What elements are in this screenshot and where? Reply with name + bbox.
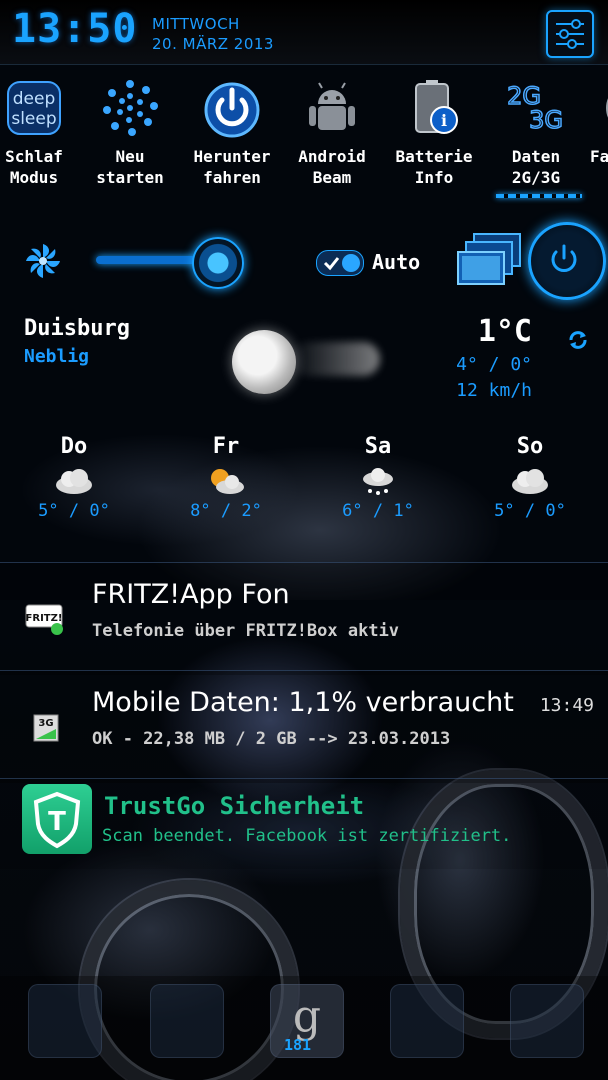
moon-icon xyxy=(232,330,296,394)
svg-text:3G: 3G xyxy=(529,106,563,134)
auto-brightness-label: Auto xyxy=(372,250,421,274)
svg-text:FRITZ!: FRITZ! xyxy=(26,613,63,624)
restart-icon xyxy=(98,76,162,140)
toggle-label: Schlaf xyxy=(5,147,63,166)
trustgo-subtitle: Scan beendet. Facebook ist zertifiziert. xyxy=(102,826,512,846)
toggle-label: Android xyxy=(298,147,366,166)
trustgo-shield-icon: T xyxy=(22,784,92,854)
notification-title: Mobile Daten: 1,1% verbraucht xyxy=(92,687,514,718)
toggle-label: Info xyxy=(414,168,454,187)
forecast-temps: 5° / 0° xyxy=(38,501,110,521)
toggle-shutdown[interactable]: Herunter fahren xyxy=(184,72,280,188)
notification-subtitle: Telefonie über FRITZ!Box aktiv xyxy=(92,621,400,641)
trustgo-title: TrustGo Sicherheit xyxy=(104,792,365,820)
status-bar: 13:50 MITTWOCH 20. MÄRZ 2013 xyxy=(0,0,608,65)
settings-sliders-icon xyxy=(556,19,584,49)
power-button[interactable] xyxy=(528,222,606,300)
clock[interactable]: 13:50 xyxy=(12,6,137,52)
weather-high-low: 4° / 0° xyxy=(456,354,532,375)
toggle-label: fahren xyxy=(203,168,261,187)
toggle-label: Neu xyxy=(115,147,145,166)
dock-app-icon[interactable] xyxy=(28,984,102,1058)
svg-text:deep: deep xyxy=(13,89,56,109)
notification-time: 13:49 xyxy=(539,695,594,716)
mobile-data-3g-icon: 3G xyxy=(24,711,68,751)
forecast-day-name: Fr xyxy=(212,434,240,459)
dock-badge-count: 181 xyxy=(284,1036,312,1054)
battery-info-icon: i xyxy=(402,76,466,140)
notification-title: FRITZ!App Fon xyxy=(92,579,290,610)
toggle-sleep-mode[interactable]: deep sleep Schlaf Modus xyxy=(0,72,82,188)
android-beam-icon xyxy=(300,76,364,140)
forecast-temps: 6° / 1° xyxy=(342,501,414,521)
forecast-day-name: So xyxy=(516,434,544,459)
forecast-temps: 5° / 0° xyxy=(494,501,566,521)
dock-app-icon[interactable] xyxy=(150,984,224,1058)
forecast-day-name: Do xyxy=(60,434,88,459)
deep-sleep-icon: deep sleep xyxy=(2,76,66,140)
data-2g3g-icon: 2G 3G xyxy=(504,76,568,140)
snow-cloud-icon xyxy=(356,465,400,497)
dock: g xyxy=(0,976,608,1080)
weather-wind: 12 km/h xyxy=(456,380,532,401)
fog-haze xyxy=(290,342,380,376)
forecast-day: Do 5° / 0° xyxy=(14,434,134,521)
date-label: 20. MÄRZ 2013 xyxy=(152,35,274,53)
power-icon xyxy=(551,244,577,272)
toggle-label: starten xyxy=(96,168,164,187)
notification-mobile-data[interactable]: 3G Mobile Daten: 1,1% verbraucht 13:49 O… xyxy=(0,670,608,783)
toggle-android-beam[interactable]: Android Beam xyxy=(284,72,380,188)
toggle-data-2g3g[interactable]: 2G 3G Daten 2G/3G xyxy=(488,72,584,188)
forecast-day: So 5° / 0° xyxy=(470,434,590,521)
svg-text:T: T xyxy=(48,807,66,837)
forecast-day: Sa 6° / 1° xyxy=(318,434,438,521)
weekday-label: MITTWOCH xyxy=(152,15,240,33)
svg-text:3G: 3G xyxy=(38,718,53,729)
svg-text:sleep: sleep xyxy=(11,109,56,129)
cloudy-icon xyxy=(508,465,552,497)
forecast-day-name: Sa xyxy=(364,434,392,459)
settings-button[interactable] xyxy=(546,10,594,58)
notification-fritz-app[interactable]: FRITZ! FRITZ!App Fon Telefonie über FRIT… xyxy=(0,562,608,675)
toggle-label: Daten xyxy=(511,147,561,166)
refresh-icon[interactable] xyxy=(566,328,590,352)
quick-toggles-row: deep sleep Schlaf Modus Neu starten Heru… xyxy=(0,64,608,214)
shutdown-icon xyxy=(200,76,264,140)
weather-condition: Neblig xyxy=(24,346,90,367)
active-toggle-indicator xyxy=(496,194,582,198)
partly-sunny-icon xyxy=(204,465,248,497)
cloudy-icon xyxy=(52,465,96,497)
toggle-label: 2G/3G xyxy=(511,168,561,187)
svg-text:i: i xyxy=(441,111,447,130)
toggle-restart[interactable]: Neu starten xyxy=(82,72,178,188)
fritz-app-icon: FRITZ! xyxy=(24,599,68,639)
toggle-label: Fa xyxy=(590,147,608,166)
toggle-label: Herunter xyxy=(193,147,271,166)
toggle-label: Beam xyxy=(312,168,352,187)
checkmark-icon xyxy=(323,254,360,272)
weather-city[interactable]: Duisburg xyxy=(24,316,130,341)
dock-app-icon[interactable] xyxy=(390,984,464,1058)
weather-temperature: 1°C xyxy=(477,314,532,349)
auto-brightness-checkbox[interactable] xyxy=(316,250,364,276)
partial-toggle-icon xyxy=(598,76,608,140)
toggle-partial[interactable]: Fa xyxy=(584,72,608,167)
date-block[interactable]: MITTWOCH 20. MÄRZ 2013 xyxy=(152,14,274,54)
toggle-label: Modus xyxy=(9,168,59,187)
brightness-slider-knob[interactable] xyxy=(192,237,244,289)
notification-subtitle: OK - 22,38 MB / 2 GB --> 23.03.2013 xyxy=(92,729,451,749)
dock-app-icon[interactable] xyxy=(510,984,584,1058)
screens-stack-icon[interactable] xyxy=(454,232,524,292)
toggle-battery-info[interactable]: i Batterie Info xyxy=(386,72,482,188)
forecast-day: Fr 8° / 2° xyxy=(166,434,286,521)
forecast-temps: 8° / 2° xyxy=(190,501,262,521)
toggle-label: Batterie xyxy=(395,147,473,166)
brightness-icon[interactable] xyxy=(22,240,64,282)
